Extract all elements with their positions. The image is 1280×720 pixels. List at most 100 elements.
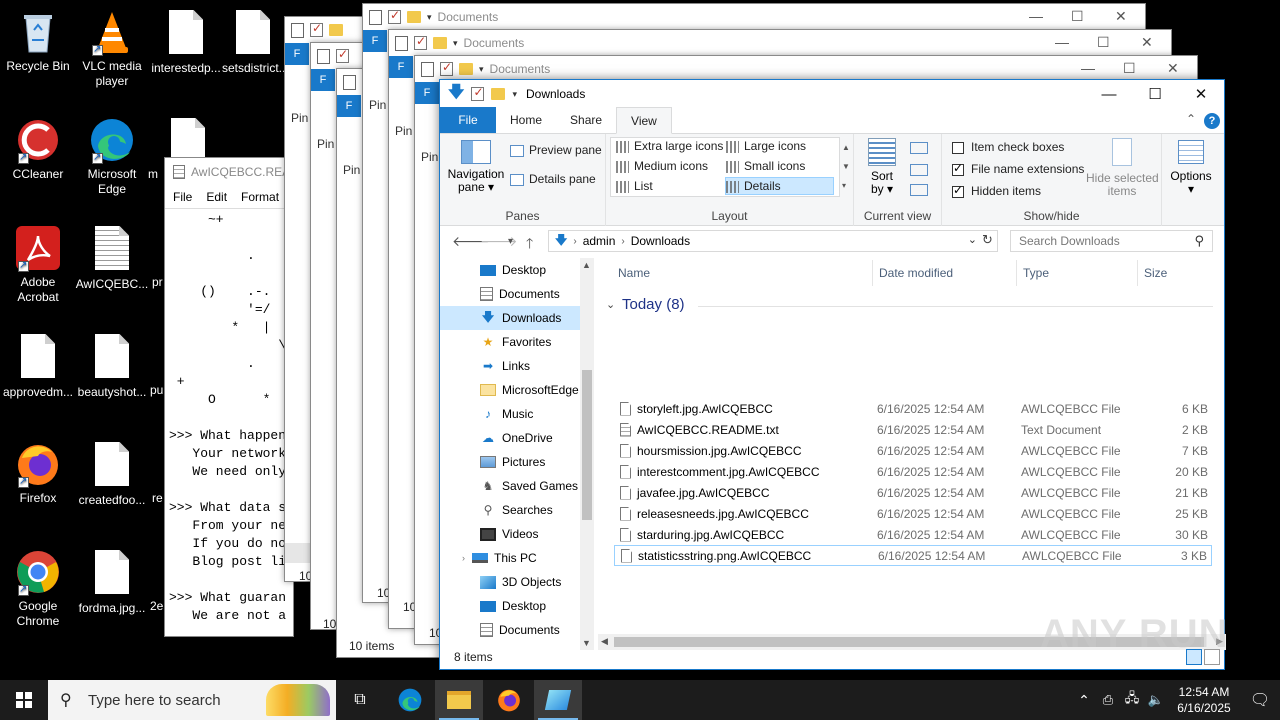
collapse-group-chevron-icon[interactable]: ⌄ [606,298,615,311]
taskbar-notepad[interactable] [534,680,582,720]
scroll-up-icon[interactable]: ▲ [582,260,591,270]
notifications-icon[interactable]: 🗨 [1240,690,1280,710]
nav-item-searches[interactable]: ⚲ Searches [440,498,594,522]
close-icon[interactable]: ✕ [1141,34,1153,51]
tab-share[interactable]: Share [556,107,616,133]
notepad-menu-file[interactable]: File [173,190,192,204]
notepad-titlebar[interactable]: AwICQEBCC.REA [165,158,293,186]
desktop-icon-recycle-bin[interactable]: Recycle Bin [0,8,76,74]
desktop-icon-vlc[interactable]: VLC media player [74,8,150,89]
minimize-icon[interactable]: — [1055,34,1069,50]
network-icon[interactable]: 🖧 [1120,689,1144,711]
add-columns-icon[interactable] [910,164,928,176]
file-row[interactable]: starduring.jpg.AwICQEBCC 6/16/2025 12:54… [614,524,1212,545]
navigation-pane-scrollbar[interactable]: ▲ ▼ [580,258,594,650]
desktop-icon-ccleaner[interactable]: CCleaner [0,116,76,182]
refresh-icon[interactable]: ↻ [982,232,993,248]
tab-file[interactable]: File [440,107,496,133]
start-button[interactable] [0,680,48,720]
desktop-icon-google-chrome[interactable]: Google Chrome [0,548,76,629]
desktop-icon-adobe-acrobat[interactable]: Adobe Acrobat [0,224,76,305]
column-header-name[interactable]: Name [618,266,650,280]
file-row[interactable]: releasesneeds.jpg.AwICQEBCC 6/16/2025 12… [614,503,1212,524]
nav-item-microsoftedge[interactable]: MicrosoftEdge [440,378,594,402]
minimize-icon[interactable]: — [1081,60,1095,76]
desktop-icon-fordma[interactable]: fordma.jpg... [74,548,150,616]
sort-by-button[interactable]: Sort by ▾ [864,138,900,196]
recent-locations-chevron-icon[interactable]: ▾ [508,236,513,247]
scrollbar-thumb[interactable] [582,370,592,520]
file-tab[interactable]: F [389,56,413,78]
clock[interactable]: 12:54 AM 6/16/2025 [1168,684,1240,716]
hide-selected-items-button[interactable]: Hide selected items [1086,138,1159,198]
nav-item-this-pc[interactable]: › This PC [440,546,594,570]
desktop-icon-approvedm[interactable]: approvedm... [0,332,76,400]
column-header-size[interactable]: Size [1144,266,1167,280]
layout-small-icons[interactable]: Small icons [726,159,805,173]
taskbar-file-explorer[interactable] [435,680,483,720]
nav-item-documents-pc[interactable]: Documents [440,618,594,642]
layout-details[interactable]: Details [726,179,781,193]
desktop-icon-microsoft-edge[interactable]: Microsoft Edge [74,116,150,197]
file-name-extensions-checkbox[interactable]: File name extensions [952,161,1084,176]
nav-item-desktop-pc[interactable]: Desktop [440,594,594,618]
layout-extra-large-icons[interactable]: Extra large icons [616,139,723,153]
nav-item-links[interactable]: ➡ Links [440,354,594,378]
close-icon[interactable]: ✕ [1115,8,1127,25]
file-row[interactable]: interestcomment.jpg.AwICQEBCC 6/16/2025 … [614,461,1212,482]
layout-medium-icons[interactable]: Medium icons [616,159,708,173]
breadcrumb-admin[interactable]: admin [583,234,616,248]
new-folder-icon[interactable] [491,88,506,100]
minimize-button[interactable]: — [1086,80,1132,108]
desktop-icon-interestedp[interactable]: interestedp... [148,8,224,76]
file-tab[interactable]: F [285,43,309,65]
meet-now-icon[interactable]: ⎙ [1096,692,1120,708]
volume-icon[interactable]: 🔈 [1144,692,1168,708]
details-pane-button[interactable]: Details pane [510,172,596,186]
desktop-icon-createdfoo[interactable]: createdfoo... [74,440,150,508]
layout-large-icons[interactable]: Large icons [726,139,806,153]
notepad-text-area[interactable]: ~+ . () .-. '=/ * | \ . + O * >>> What h… [165,208,293,636]
address-bar[interactable]: 🡇 › admin › Downloads ⌄ [548,230,998,252]
desktop-icon-setsdistrict[interactable]: setsdistrict... [222,8,284,76]
file-tab[interactable]: F [337,95,361,117]
quick-access-dropdown-icon[interactable]: ▾ [512,89,517,100]
help-icon[interactable]: ? [1204,113,1220,129]
task-view-button[interactable]: ⧉ [336,680,384,720]
size-columns-icon[interactable] [910,184,928,196]
nav-item-favorites[interactable]: ★ Favorites [440,330,594,354]
maximize-icon[interactable]: ☐ [1097,34,1110,51]
file-row[interactable]: statisticsstring.png.AwICQEBCC 6/16/2025… [614,545,1212,566]
maximize-icon[interactable]: ☐ [1123,60,1136,77]
file-row[interactable]: AwICQEBCC.README.txt 6/16/2025 12:54 AM … [614,419,1212,440]
nav-item-documents[interactable]: Documents [440,282,594,306]
hidden-items-checkbox[interactable]: Hidden items [952,183,1041,198]
notepad-menu-format[interactable]: Format [241,190,279,204]
desktop-icon-pu[interactable]: pu [150,332,164,398]
tab-view[interactable]: View [616,107,672,134]
group-by-icon[interactable] [910,142,928,154]
item-check-boxes-checkbox[interactable]: Item check boxes [952,140,1064,154]
desktop-icon-beautyshot[interactable]: beautyshot... [74,332,150,400]
nav-item-saved-games[interactable]: ♞ Saved Games [440,474,594,498]
file-row[interactable]: javafee.jpg.AwICQEBCC 6/16/2025 12:54 AM… [614,482,1212,503]
nav-item-3d-objects[interactable]: 3D Objects [440,570,594,594]
close-icon[interactable]: ✕ [1167,60,1179,77]
expand-chevron-icon[interactable]: › [462,553,472,563]
column-header-date-modified[interactable]: Date modified [879,266,953,280]
layout-list[interactable]: List [616,179,653,193]
options-button[interactable]: Options ▾ [1168,138,1214,196]
properties-checkmark-icon[interactable] [471,85,485,101]
desktop-icon-firefox[interactable]: Firefox [0,440,76,506]
maximize-button[interactable]: ☐ [1132,80,1178,108]
taskbar-search-box[interactable]: ⚲ Type here to search [48,680,336,720]
navigation-pane-button[interactable]: Navigation pane ▾ [446,138,506,198]
preview-pane-button[interactable]: Preview pane [510,143,602,157]
nav-item-videos[interactable]: Videos [440,522,594,546]
desktop-icon-readme[interactable]: AwICQEBC... [74,224,150,292]
nav-item-pictures[interactable]: Pictures [440,450,594,474]
layout-scroll-arrows[interactable]: ▲ ▼ ▾ [842,138,850,195]
nav-item-onedrive[interactable]: ☁ OneDrive [440,426,594,450]
search-input[interactable]: Search Downloads ⚲ [1010,230,1213,252]
file-row[interactable]: storyleft.jpg.AwICQEBCC 6/16/2025 12:54 … [614,398,1212,419]
